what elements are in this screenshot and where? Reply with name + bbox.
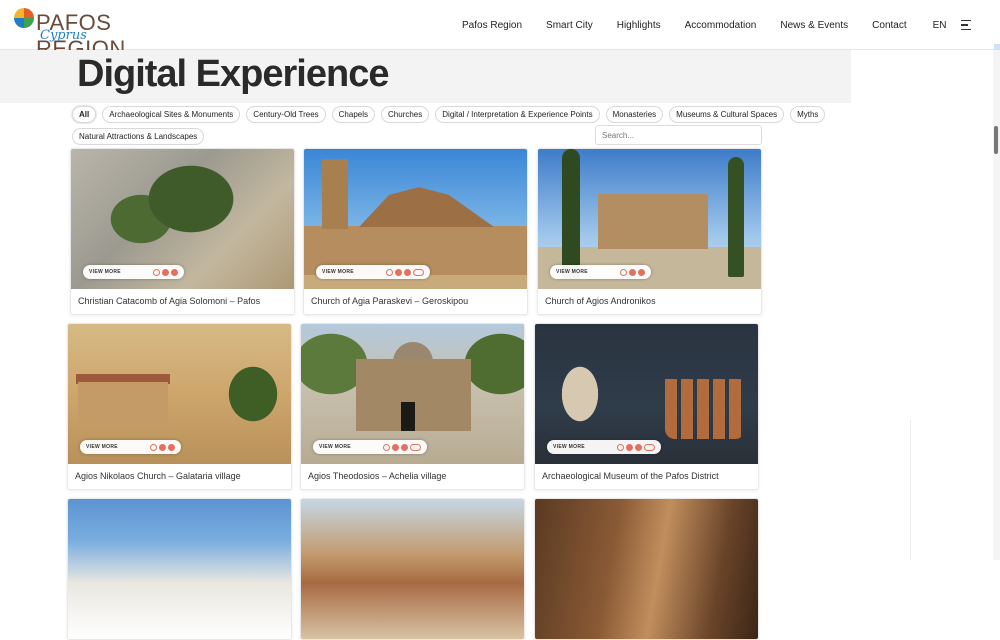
card-action-pill: VIEW MORE <box>83 265 184 279</box>
filter-chip-monasteries[interactable]: Monasteries <box>605 105 664 123</box>
experience-card[interactable] <box>534 498 759 640</box>
nav-item-smart-city[interactable]: Smart City <box>546 20 593 31</box>
camera-icon[interactable] <box>158 443 166 451</box>
card-action-pill: VIEW MORE <box>313 440 427 454</box>
logo-emblem-icon <box>14 8 34 28</box>
site-logo[interactable]: PAFOS REGION Cyprus <box>14 6 204 61</box>
image-detail <box>401 402 415 431</box>
filter-chip-chapels[interactable]: Chapels <box>331 105 376 123</box>
ar-icon[interactable] <box>643 443 655 451</box>
card-image[interactable]: VIEW MORE <box>535 324 758 464</box>
card-title[interactable]: Christian Catacomb of Agia Solomoni – Pa… <box>71 289 294 314</box>
card-title[interactable]: Church of Agios Andronikos <box>538 289 761 314</box>
card-image[interactable]: VIEW MORE <box>301 324 524 464</box>
camera-icon[interactable] <box>391 443 399 451</box>
audio-icon[interactable] <box>382 443 390 451</box>
ar-icon[interactable] <box>409 443 421 451</box>
image-detail <box>665 379 745 439</box>
card-title[interactable]: Archaeological Museum of the Pafos Distr… <box>535 464 758 489</box>
image-detail <box>322 159 348 229</box>
language-selector[interactable]: EN <box>933 20 947 31</box>
card-action-pill: VIEW MORE <box>316 265 430 279</box>
filter-chip-churches[interactable]: Churches <box>381 105 430 123</box>
page-scrollbar[interactable] <box>993 50 1000 560</box>
card-title[interactable]: Church of Agia Paraskevi – Geroskipou <box>304 289 527 314</box>
image-detail <box>728 157 744 277</box>
experience-card[interactable]: VIEW MORE Agios Nikolaos Church – Galata… <box>67 323 292 490</box>
card-image[interactable]: VIEW MORE <box>68 324 291 464</box>
experience-card[interactable] <box>300 498 525 640</box>
filter-chip-archaeological[interactable]: Archaeological Sites & Monuments <box>102 105 241 123</box>
camera-icon[interactable] <box>628 268 636 276</box>
card-image[interactable] <box>301 499 524 639</box>
card-image[interactable]: VIEW MORE <box>538 149 761 289</box>
filter-chip-century-old-trees[interactable]: Century-Old Trees <box>246 105 326 123</box>
filter-chip-digital-interpretation[interactable]: Digital / Interpretation & Experience Po… <box>435 105 600 123</box>
view-more-button[interactable]: VIEW MORE <box>556 269 588 275</box>
side-panel <box>910 420 993 560</box>
card-action-pill: VIEW MORE <box>80 440 181 454</box>
filter-chip-natural-attractions[interactable]: Natural Attractions & Landscapes <box>72 127 205 145</box>
view-more-button[interactable]: VIEW MORE <box>322 269 354 275</box>
image-detail <box>78 382 168 424</box>
image-detail <box>359 187 494 227</box>
audio-icon[interactable] <box>616 443 624 451</box>
card-image[interactable]: VIEW MORE <box>71 149 294 289</box>
video-icon[interactable] <box>634 443 642 451</box>
card-action-pill: VIEW MORE <box>550 265 651 279</box>
card-image[interactable] <box>535 499 758 639</box>
view-more-button[interactable]: VIEW MORE <box>86 444 118 450</box>
experience-card[interactable]: VIEW MORE Christian Catacomb of Agia Sol… <box>70 148 295 315</box>
view-more-button[interactable]: VIEW MORE <box>553 444 585 450</box>
audio-icon[interactable] <box>149 443 157 451</box>
camera-icon[interactable] <box>161 268 169 276</box>
video-icon[interactable] <box>637 268 645 276</box>
nav-item-accommodation[interactable]: Accommodation <box>685 20 757 31</box>
camera-icon[interactable] <box>625 443 633 451</box>
card-title[interactable]: Agios Nikolaos Church – Galataria villag… <box>68 464 291 489</box>
card-action-pill: VIEW MORE <box>547 440 661 454</box>
scrollbar-thumb[interactable] <box>994 126 998 154</box>
nav-item-highlights[interactable]: Highlights <box>617 20 661 31</box>
site-header: PAFOS REGION Cyprus Pafos Region Smart C… <box>0 0 1000 61</box>
video-icon[interactable] <box>167 443 175 451</box>
card-title[interactable]: Agios Theodosios – Achelia village <box>301 464 524 489</box>
video-icon[interactable] <box>170 268 178 276</box>
logo-subtitle: Cyprus <box>40 28 87 43</box>
view-more-button[interactable]: VIEW MORE <box>319 444 351 450</box>
filter-chip-all[interactable]: All <box>72 105 97 123</box>
audio-icon[interactable] <box>385 268 393 276</box>
video-icon[interactable] <box>400 443 408 451</box>
experience-card[interactable]: VIEW MORE Church of Agia Paraskevi – Ger… <box>303 148 528 315</box>
nav-item-contact[interactable]: Contact <box>872 20 906 31</box>
page-title: Digital Experience <box>77 53 389 95</box>
audio-icon[interactable] <box>619 268 627 276</box>
experience-card[interactable]: VIEW MORE Archaeological Museum of the P… <box>534 323 759 490</box>
nav-item-pafos-region[interactable]: Pafos Region <box>462 20 522 31</box>
search-input[interactable] <box>595 125 762 145</box>
experience-card[interactable]: VIEW MORE Church of Agios Andronikos <box>537 148 762 315</box>
hamburger-menu-icon[interactable] <box>960 20 971 30</box>
camera-icon[interactable] <box>394 268 402 276</box>
image-detail <box>562 149 580 279</box>
ar-icon[interactable] <box>412 268 424 276</box>
video-icon[interactable] <box>403 268 411 276</box>
experience-card[interactable]: VIEW MORE Agios Theodosios – Achelia vil… <box>300 323 525 490</box>
image-detail <box>598 194 708 249</box>
card-image[interactable]: VIEW MORE <box>304 149 527 289</box>
filter-row: All Archaeological Sites & Monuments Cen… <box>72 105 826 123</box>
filter-chip-museums[interactable]: Museums & Cultural Spaces <box>669 105 785 123</box>
title-band: Digital Experience <box>0 50 851 103</box>
card-image[interactable] <box>68 499 291 639</box>
filter-chip-myths[interactable]: Myths <box>790 105 826 123</box>
audio-icon[interactable] <box>152 268 160 276</box>
view-more-button[interactable]: VIEW MORE <box>89 269 121 275</box>
experience-card[interactable] <box>67 498 292 640</box>
nav-item-news-events[interactable]: News & Events <box>780 20 848 31</box>
main-nav: Pafos Region Smart City Highlights Accom… <box>462 0 971 50</box>
